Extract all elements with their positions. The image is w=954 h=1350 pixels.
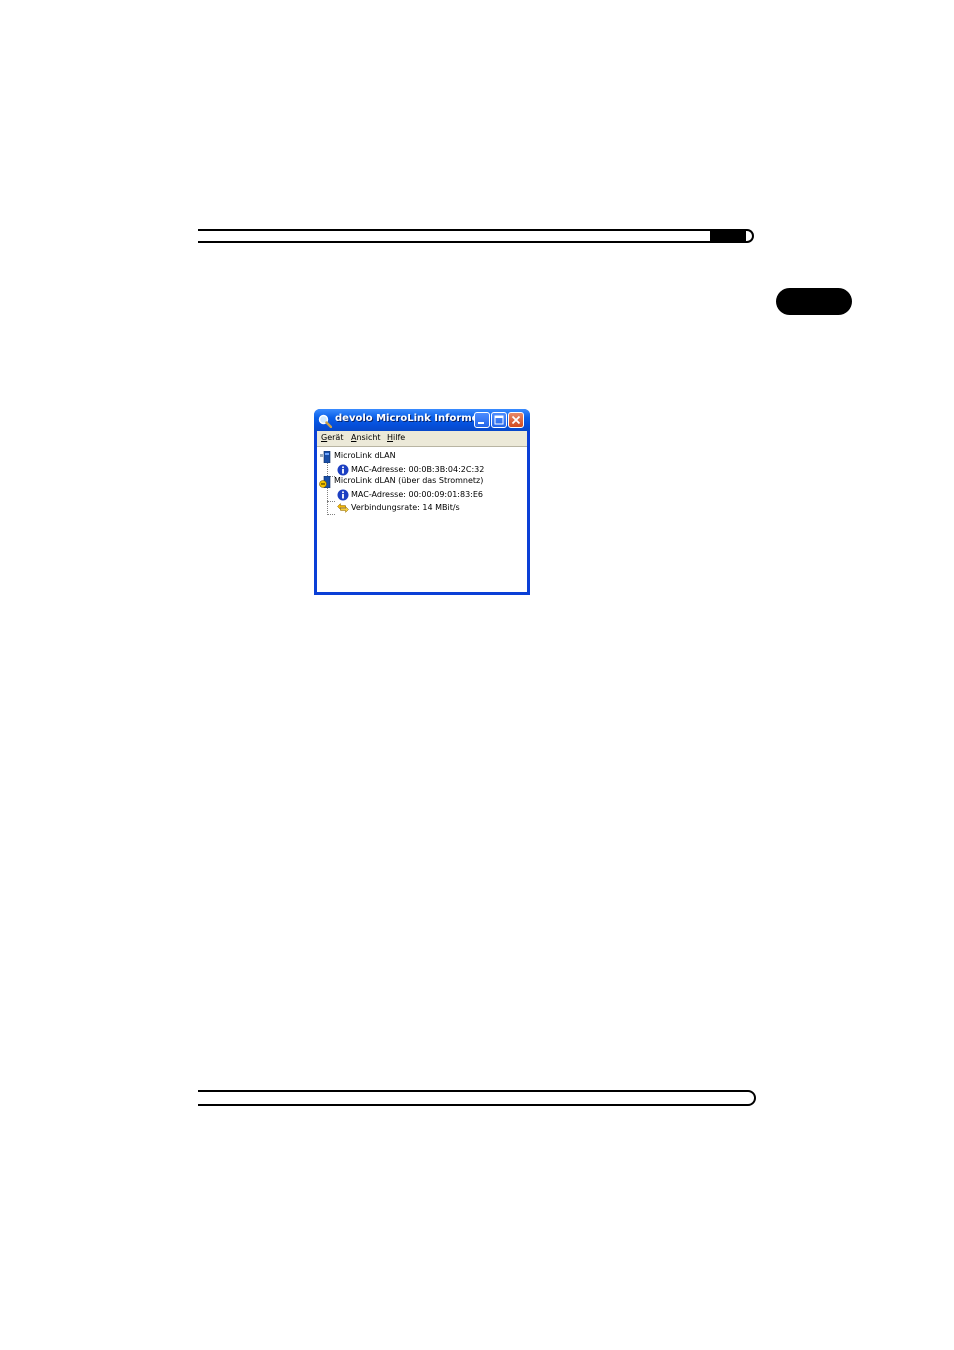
menu-bar: Gerät Ansicht Hilfe — [317, 431, 527, 447]
info-icon — [337, 464, 349, 476]
tree-connector — [327, 461, 328, 476]
maximize-button[interactable] — [491, 412, 507, 428]
remote-mac-text: MAC-Adresse: 00:00:09:01:83:E6 — [351, 490, 483, 499]
close-icon — [511, 415, 521, 425]
remote-device-label: MicroLink dLAN (über das Stromnetz) — [334, 476, 484, 485]
magnifier-icon — [318, 413, 333, 429]
informer-window: devolo MicroLink Informer Gerät Ansicht … — [314, 409, 530, 595]
local-mac-text: MAC-Adresse: 00:0B:3B:04:2C:32 — [351, 465, 485, 474]
connection-arrows-icon — [337, 502, 349, 514]
close-button[interactable] — [508, 412, 524, 428]
network-adapter-icon — [319, 450, 331, 464]
connection-rate-text: Verbindungsrate: 14 MBit/s — [351, 503, 460, 512]
menu-hilfe[interactable]: Hilfe — [387, 433, 405, 442]
window-title: devolo MicroLink Informer — [335, 413, 484, 424]
minimize-icon — [478, 422, 484, 424]
minimize-button[interactable] — [474, 412, 490, 428]
menu-geraet[interactable]: Gerät — [321, 433, 343, 442]
tree-connector — [327, 514, 335, 515]
info-icon — [337, 489, 349, 501]
menu-ansicht[interactable]: Ansicht — [351, 433, 381, 442]
footer-rule — [198, 1090, 756, 1106]
chapter-marker — [776, 288, 852, 315]
device-tree: MicroLink dLAN MAC-Adresse: 00:0B:3B:04:… — [317, 447, 527, 592]
powerline-adapter-icon — [319, 475, 331, 489]
header-rule — [198, 229, 754, 243]
title-bar[interactable]: devolo MicroLink Informer — [314, 409, 530, 431]
tree-connector — [327, 501, 335, 502]
local-device-label: MicroLink dLAN — [334, 451, 396, 460]
header-rule-tab — [710, 229, 746, 243]
maximize-icon — [494, 415, 504, 425]
